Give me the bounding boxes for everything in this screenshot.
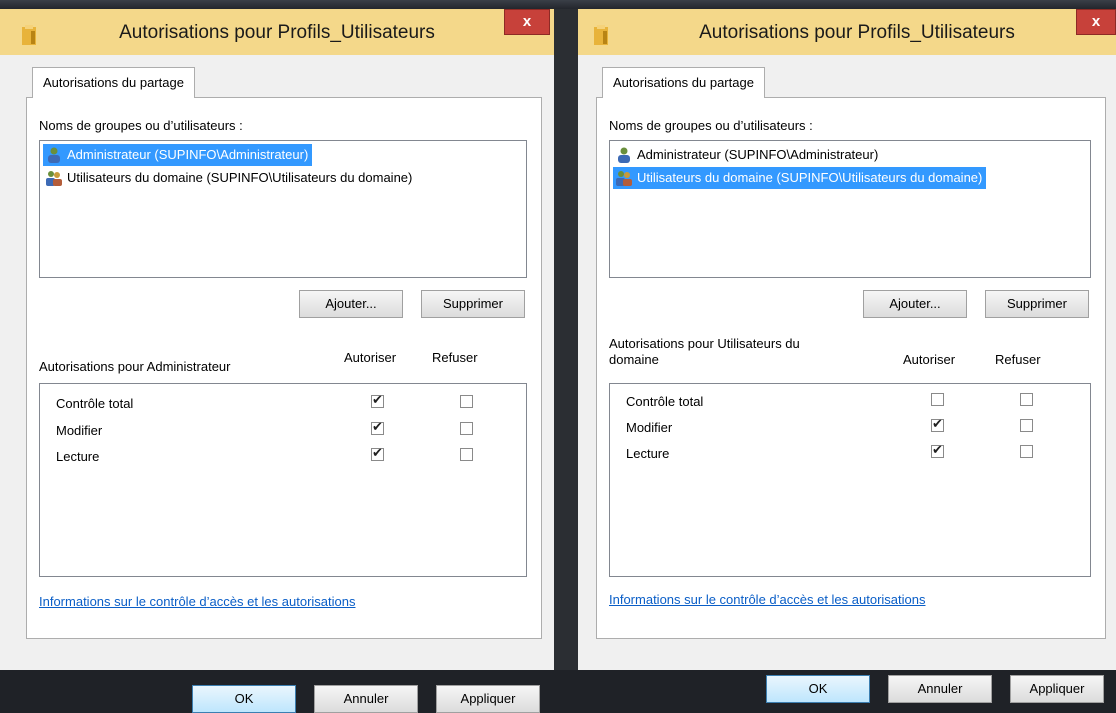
cancel-button[interactable]: Annuler [314,685,418,713]
permissions-dialog-right: Autorisations pour Profils_Utilisateurs … [578,9,1116,703]
allow-column-header: Autoriser [903,352,956,367]
dialog-separator [558,9,578,670]
group-icon [616,171,632,186]
deny-checkbox-modify[interactable] [460,422,473,435]
permission-label: Contrôle total [56,396,134,411]
allow-checkbox-read[interactable] [371,446,384,461]
deny-checkbox-read[interactable] [460,448,473,461]
close-button[interactable]: x [504,9,550,35]
apply-button[interactable]: Appliquer [436,685,540,713]
list-item-label: Administrateur (SUPINFO\Administrateur) [67,147,309,162]
list-item-administrateur[interactable]: Administrateur (SUPINFO\Administrateur) [43,144,313,166]
list-item-utilisateurs-domaine[interactable]: Utilisateurs du domaine (SUPINFO\Utilisa… [43,167,416,189]
window-title: Autorisations pour Profils_Utilisateurs [699,22,1015,43]
user-icon [48,147,60,163]
allow-checkbox-full-control[interactable] [371,393,384,408]
groups-label: Noms de groupes ou d’utilisateurs : [39,118,243,133]
ok-button[interactable]: OK [766,675,870,703]
remove-button[interactable]: Supprimer [985,290,1089,318]
deny-checkbox-modify[interactable] [1020,419,1033,432]
permissions-list: Contrôle total Modifier Lecture [609,383,1091,577]
allow-column-header: Autoriser [344,350,397,365]
tab-panel: Noms de groupes ou d’utilisateurs : Admi… [26,97,542,639]
permissions-for-label-line2: domaine [609,352,659,367]
permission-label: Lecture [56,449,100,464]
permission-label: Contrôle total [626,394,704,409]
title-bar: Autorisations pour Profils_Utilisateurs … [0,9,554,55]
list-item-utilisateurs-domaine[interactable]: Utilisateurs du domaine (SUPINFO\Utilisa… [613,167,987,189]
tab-share-permissions[interactable]: Autorisations du partage [602,67,765,98]
permissions-list: Contrôle total Modifier Lecture [39,383,527,577]
add-button[interactable]: Ajouter... [299,290,403,318]
users-listbox[interactable]: Administrateur (SUPINFO\Administrateur) … [609,140,1091,278]
deny-checkbox-read[interactable] [1020,445,1033,458]
deny-checkbox-full-control[interactable] [1020,393,1033,406]
screen-top-band [0,0,1116,9]
dialog-body: Autorisations du partage Noms de groupes… [20,55,542,713]
title-bar: Autorisations pour Profils_Utilisateurs … [578,9,1116,55]
list-item-label: Utilisateurs du domaine (SUPINFO\Utilisa… [637,170,983,185]
tab-share-permissions[interactable]: Autorisations du partage [32,67,195,98]
permission-label: Modifier [56,423,103,438]
deny-column-header: Refuser [432,350,478,365]
allow-checkbox-read[interactable] [931,443,944,458]
remove-button[interactable]: Supprimer [421,290,525,318]
window-title: Autorisations pour Profils_Utilisateurs [119,22,435,43]
list-item-administrateur[interactable]: Administrateur (SUPINFO\Administrateur) [613,144,882,166]
dialog-body: Autorisations du partage Noms de groupes… [594,55,1106,703]
permissions-dialog-left: Autorisations pour Profils_Utilisateurs … [0,9,558,713]
list-item-label: Utilisateurs du domaine (SUPINFO\Utilisa… [67,170,413,185]
add-button[interactable]: Ajouter... [863,290,967,318]
permission-label: Modifier [626,420,673,435]
tab-panel: Noms de groupes ou d’utilisateurs : Admi… [596,97,1106,639]
group-icon [46,171,62,186]
access-control-help-link[interactable]: Informations sur le contrôle d’accès et … [609,592,926,607]
apply-button[interactable]: Appliquer [1010,675,1104,703]
access-control-help-link[interactable]: Informations sur le contrôle d’accès et … [39,594,356,609]
permission-label: Lecture [626,446,670,461]
users-listbox[interactable]: Administrateur (SUPINFO\Administrateur) … [39,140,527,278]
allow-checkbox-modify[interactable] [371,420,384,435]
close-button[interactable]: x [1076,9,1116,35]
deny-column-header: Refuser [995,352,1041,367]
cancel-button[interactable]: Annuler [888,675,992,703]
user-icon [618,147,630,163]
list-item-label: Administrateur (SUPINFO\Administrateur) [637,147,879,162]
groups-label: Noms de groupes ou d’utilisateurs : [609,118,813,133]
allow-checkbox-full-control[interactable] [931,393,944,406]
allow-checkbox-modify[interactable] [931,417,944,432]
deny-checkbox-full-control[interactable] [460,395,473,408]
permissions-for-label: Autorisations pour Administrateur [39,359,231,374]
ok-button[interactable]: OK [192,685,296,713]
permissions-for-label: Autorisations pour Utilisateurs du [609,336,800,351]
